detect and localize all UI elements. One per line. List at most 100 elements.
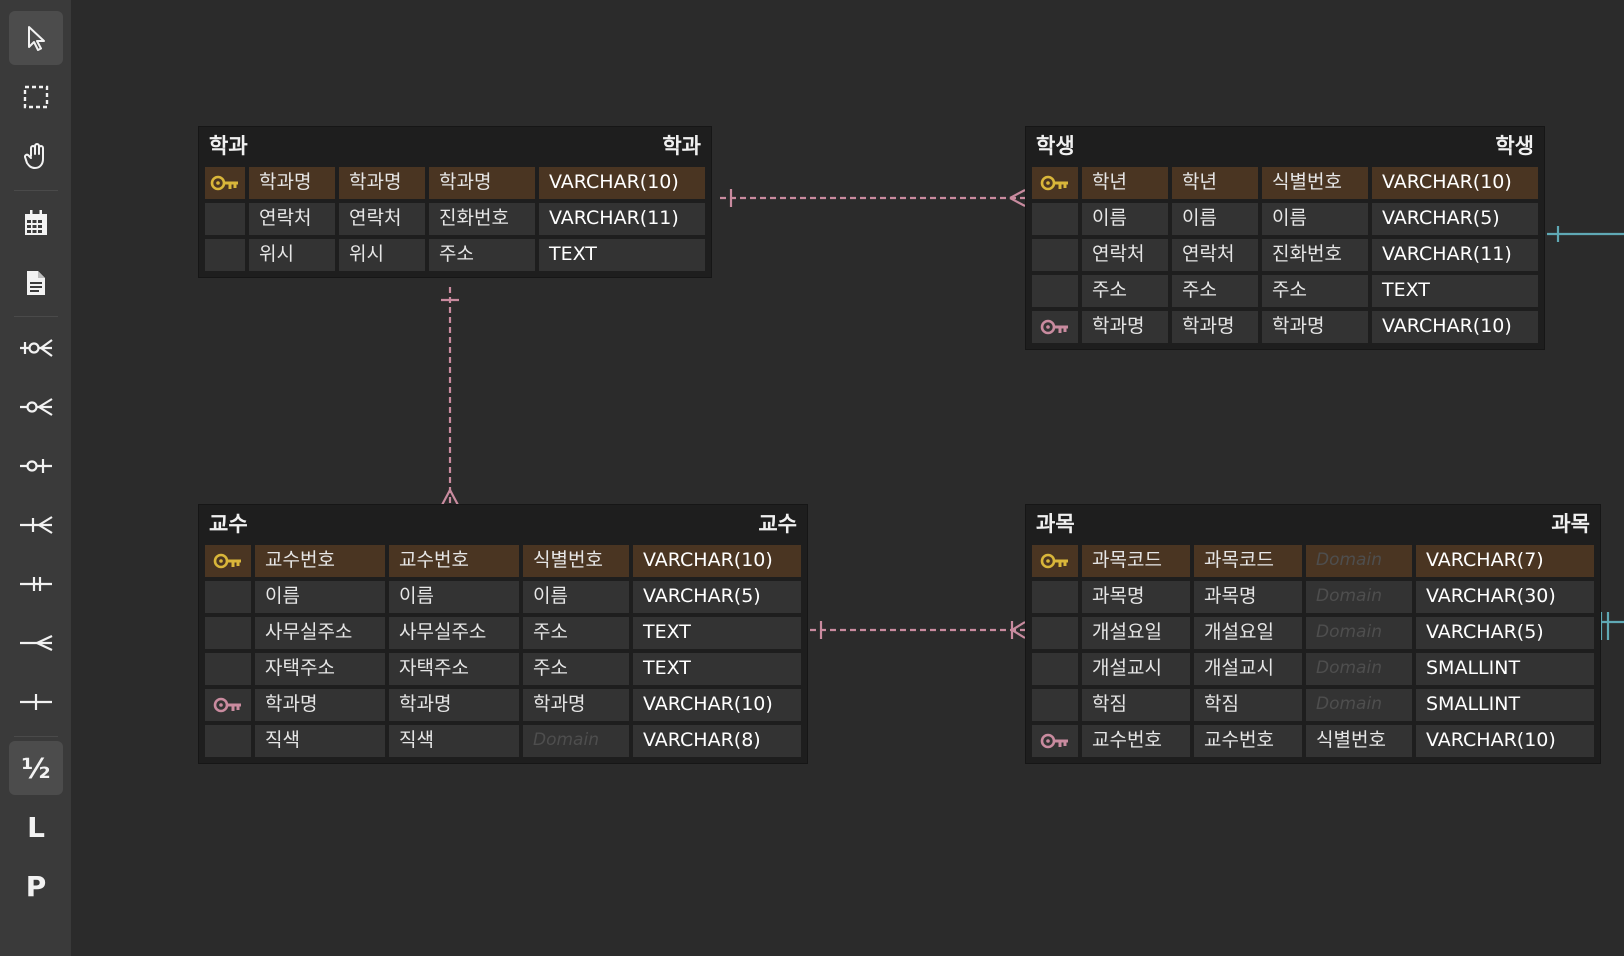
table-comment[interactable]: 과목: [1551, 508, 1590, 538]
domain-cell[interactable]: 이름: [523, 581, 629, 613]
memo-tool[interactable]: [9, 256, 63, 310]
entity-table-dept[interactable]: 학과 학과 학과명 학과명 학과명 VARCHAR(10) 연락처 연락처 진화번호 VARCHA…: [199, 127, 711, 277]
key-cell[interactable]: [1032, 725, 1078, 757]
domain-cell[interactable]: 진화번호: [429, 203, 535, 235]
data-type-cell[interactable]: VARCHAR(30): [1416, 581, 1594, 613]
data-type-cell[interactable]: VARCHAR(10): [1416, 725, 1594, 757]
physical-name-cell[interactable]: 주소: [1172, 275, 1258, 307]
domain-cell[interactable]: Domain: [1306, 653, 1412, 685]
physical-name-cell[interactable]: 과목명: [1194, 581, 1302, 613]
logical-name-cell[interactable]: 사무실주소: [255, 617, 385, 649]
physical-name-cell[interactable]: 개설요일: [1194, 617, 1302, 649]
key-cell[interactable]: [1032, 581, 1078, 613]
domain-cell[interactable]: 주소: [1262, 275, 1368, 307]
key-cell[interactable]: [1032, 275, 1078, 307]
logical-mode-button[interactable]: L: [9, 800, 63, 854]
physical-name-cell[interactable]: 학년: [1172, 167, 1258, 199]
table-name[interactable]: 학과: [209, 130, 248, 160]
data-type-cell[interactable]: SMALLINT: [1416, 689, 1594, 721]
physical-name-cell[interactable]: 학과명: [389, 689, 519, 721]
data-type-cell[interactable]: VARCHAR(10): [633, 689, 801, 721]
domain-cell[interactable]: 식별번호: [1262, 167, 1368, 199]
logical-name-cell[interactable]: 학년: [1082, 167, 1168, 199]
column-row[interactable]: 과목코드 과목코드 Domain VARCHAR(7): [1032, 545, 1594, 577]
physical-name-cell[interactable]: 사무실주소: [389, 617, 519, 649]
column-row[interactable]: 학년 학년 식별번호 VARCHAR(10): [1032, 167, 1538, 199]
hand-tool[interactable]: [9, 129, 63, 183]
logical-name-cell[interactable]: 위시: [249, 239, 335, 271]
data-type-cell[interactable]: TEXT: [1372, 275, 1538, 307]
logical-name-cell[interactable]: 자택주소: [255, 653, 385, 685]
data-type-cell[interactable]: TEXT: [539, 239, 705, 271]
column-row[interactable]: 직색 직색 Domain VARCHAR(8): [205, 725, 801, 757]
zero-one-tool[interactable]: [9, 439, 63, 493]
data-type-cell[interactable]: TEXT: [633, 617, 801, 649]
table-comment[interactable]: 학과: [662, 130, 701, 160]
logical-name-cell[interactable]: 개설요일: [1082, 617, 1190, 649]
physical-name-cell[interactable]: 직색: [389, 725, 519, 757]
logical-name-cell[interactable]: 학과명: [249, 167, 335, 199]
domain-cell[interactable]: 학과명: [1262, 311, 1368, 343]
domain-cell[interactable]: Domain: [523, 725, 629, 757]
physical-mode-button[interactable]: P: [9, 859, 63, 913]
column-row[interactable]: 이름 이름 이름 VARCHAR(5): [205, 581, 801, 613]
column-row[interactable]: 이름 이름 이름 VARCHAR(5): [1032, 203, 1538, 235]
logical-name-cell[interactable]: 과목명: [1082, 581, 1190, 613]
key-cell[interactable]: [1032, 689, 1078, 721]
key-cell[interactable]: [205, 617, 251, 649]
data-type-cell[interactable]: TEXT: [633, 653, 801, 685]
logical-name-cell[interactable]: 교수번호: [255, 545, 385, 577]
logical-name-cell[interactable]: 연락처: [1082, 239, 1168, 271]
data-type-cell[interactable]: VARCHAR(5): [1416, 617, 1594, 649]
domain-cell[interactable]: 주소: [429, 239, 535, 271]
logical-name-cell[interactable]: 교수번호: [1082, 725, 1190, 757]
entity-table-student[interactable]: 학생 학생 학년 학년 식별번호 VARCHAR(10) 이름 이름 이름 VARCHAR(5) 연…: [1026, 127, 1544, 349]
key-cell[interactable]: [205, 581, 251, 613]
key-cell[interactable]: [205, 545, 251, 577]
key-cell[interactable]: [205, 167, 245, 199]
physical-name-cell[interactable]: 이름: [1172, 203, 1258, 235]
domain-cell[interactable]: Domain: [1306, 545, 1412, 577]
column-row[interactable]: 학과명 학과명 학과명 VARCHAR(10): [205, 167, 705, 199]
logical-name-cell[interactable]: 학과명: [1082, 311, 1168, 343]
domain-cell[interactable]: Domain: [1306, 617, 1412, 649]
entity-table-prof[interactable]: 교수 교수 교수번호 교수번호 식별번호 VARCHAR(10) 이름 이름 이름 VARCHAR…: [199, 505, 807, 763]
logical-name-cell[interactable]: 이름: [255, 581, 385, 613]
physical-name-cell[interactable]: 개설교시: [1194, 653, 1302, 685]
physical-name-cell[interactable]: 학짐: [1194, 689, 1302, 721]
column-row[interactable]: 사무실주소 사무실주소 주소 TEXT: [205, 617, 801, 649]
one-tool[interactable]: [9, 675, 63, 729]
physical-name-cell[interactable]: 위시: [339, 239, 425, 271]
physical-name-cell[interactable]: 이름: [389, 581, 519, 613]
select-area-tool[interactable]: [9, 70, 63, 124]
entity-table-course[interactable]: 과목 과목 과목코드 과목코드 Domain VARCHAR(7) 과목명 과목명 Domain…: [1026, 505, 1600, 763]
table-header[interactable]: 학과 학과: [199, 127, 711, 163]
column-row[interactable]: 개설교시 개설교시 Domain SMALLINT: [1032, 653, 1594, 685]
column-row[interactable]: 주소 주소 주소 TEXT: [1032, 275, 1538, 307]
logical-name-cell[interactable]: 학짐: [1082, 689, 1190, 721]
logical-name-cell[interactable]: 주소: [1082, 275, 1168, 307]
column-row[interactable]: 과목명 과목명 Domain VARCHAR(30): [1032, 581, 1594, 613]
physical-name-cell[interactable]: 교수번호: [1194, 725, 1302, 757]
table-comment[interactable]: 학생: [1495, 130, 1534, 160]
logical-name-cell[interactable]: 개설교시: [1082, 653, 1190, 685]
data-type-cell[interactable]: VARCHAR(11): [539, 203, 705, 235]
column-row[interactable]: 자택주소 자택주소 주소 TEXT: [205, 653, 801, 685]
key-cell[interactable]: [1032, 203, 1078, 235]
key-cell[interactable]: [1032, 653, 1078, 685]
physical-name-cell[interactable]: 학과명: [1172, 311, 1258, 343]
key-cell[interactable]: [1032, 167, 1078, 199]
domain-cell[interactable]: Domain: [1306, 689, 1412, 721]
n-tool[interactable]: [9, 616, 63, 670]
logical-name-cell[interactable]: 연락처: [249, 203, 335, 235]
logical-name-cell[interactable]: 과목코드: [1082, 545, 1190, 577]
one-one-tool[interactable]: [9, 557, 63, 611]
table-header[interactable]: 교수 교수: [199, 505, 807, 541]
table-comment[interactable]: 교수: [758, 508, 797, 538]
column-row[interactable]: 교수번호 교수번호 식별번호 VARCHAR(10): [1032, 725, 1594, 757]
physical-name-cell[interactable]: 과목코드: [1194, 545, 1302, 577]
data-type-cell[interactable]: SMALLINT: [1416, 653, 1594, 685]
column-row[interactable]: 교수번호 교수번호 식별번호 VARCHAR(10): [205, 545, 801, 577]
key-cell[interactable]: [205, 239, 245, 271]
column-row[interactable]: 학과명 학과명 학과명 VARCHAR(10): [205, 689, 801, 721]
